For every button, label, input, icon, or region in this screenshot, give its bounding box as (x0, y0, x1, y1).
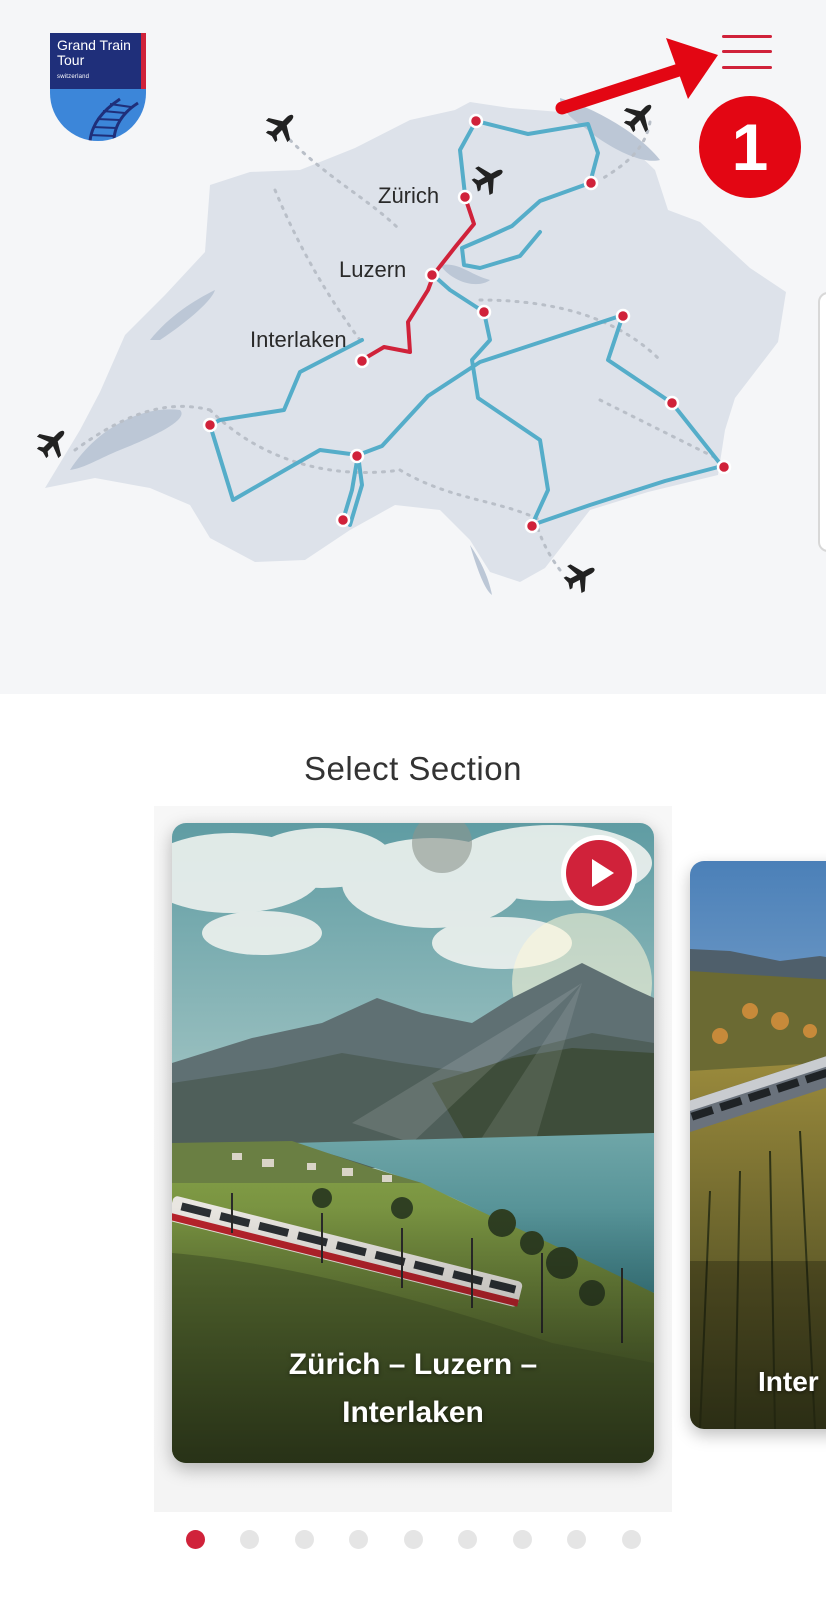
annotation-arrow (555, 38, 718, 115)
city-label-zurich: Zürich (378, 183, 439, 208)
airplane-icon (559, 555, 602, 598)
pagination-dot[interactable] (186, 1530, 205, 1549)
pagination-dot[interactable] (567, 1530, 586, 1549)
section-card-label: Inter (758, 1366, 819, 1397)
pagination-dots (0, 1528, 826, 1550)
logo-title: Grand Train Tour (57, 37, 131, 68)
section-card-next[interactable]: Inter (690, 861, 826, 1429)
logo-header: Grand Train Tour switzerland (50, 33, 146, 89)
grand-train-tour-logo: Grand Train Tour switzerland (50, 33, 146, 141)
play-icon[interactable] (561, 835, 637, 911)
rail-track-icon (50, 89, 146, 141)
pagination-dot[interactable] (622, 1530, 641, 1549)
side-panel-handle[interactable] (818, 292, 826, 552)
pagination-dot[interactable] (404, 1530, 423, 1549)
hamburger-menu-icon[interactable] (718, 30, 774, 76)
section-title: Select Section (304, 750, 522, 787)
route-map: Zürich Luzern Interlaken Grand Train Tou… (0, 0, 826, 694)
country-outline (45, 102, 786, 582)
airplane-icon (259, 104, 304, 149)
step-number-badge: 1 (699, 96, 801, 198)
section-card-zurich-luzern-interlaken[interactable]: Zürich – Luzern – Interlaken (172, 823, 654, 1463)
pagination-dot[interactable] (295, 1530, 314, 1549)
section-card-label: Zürich – Luzern – Interlaken (288, 1348, 538, 1429)
pagination-dot[interactable] (458, 1530, 477, 1549)
pagination-dot[interactable] (240, 1530, 259, 1549)
logo-subtitle: switzerland (57, 74, 90, 80)
pagination-dot[interactable] (513, 1530, 532, 1549)
pagination-dot[interactable] (349, 1530, 368, 1549)
card-photo (690, 861, 826, 1429)
play-icon-inner (566, 840, 632, 906)
city-label-luzern: Luzern (339, 257, 406, 282)
city-label-interlaken: Interlaken (250, 327, 347, 352)
